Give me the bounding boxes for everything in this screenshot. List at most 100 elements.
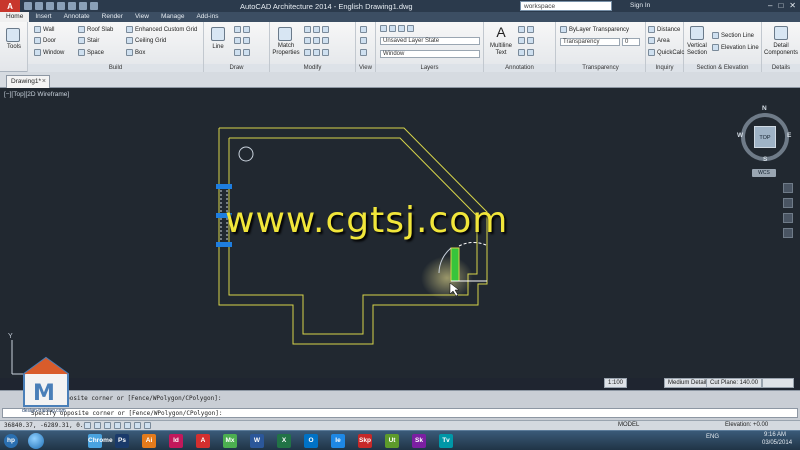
taskbar-app-sk[interactable]: Sk <box>412 434 426 448</box>
polyline-tool[interactable] <box>234 26 250 33</box>
taskbar-app-ai[interactable]: Ai <box>142 434 156 448</box>
model-space-toggle[interactable]: MODEL <box>618 422 639 428</box>
dimension-tool[interactable] <box>518 26 534 33</box>
elevation-line-tool[interactable]: Elevation Line <box>712 44 759 51</box>
layer-state-dropdown[interactable]: Unsaved Layer State <box>380 37 480 45</box>
copy-tool[interactable] <box>304 37 329 44</box>
ribbon-tab-home[interactable]: Home <box>0 12 30 22</box>
transparency-slider[interactable]: Transparency <box>560 38 620 46</box>
ribbon-tab-annotate[interactable]: Annotate <box>58 12 96 22</box>
undo-icon[interactable] <box>68 2 76 10</box>
redo-icon[interactable] <box>79 2 87 10</box>
annotation-scale-dropdown[interactable]: 1:100 <box>604 378 628 388</box>
table-tool[interactable] <box>518 37 534 44</box>
cut-plane-indicator[interactable]: Cut Plane: 140.00 <box>706 378 763 388</box>
taskbar-app-skp[interactable]: Skp <box>358 434 372 448</box>
viewcube[interactable]: TOP N S E W <box>735 105 795 165</box>
compass-west[interactable]: W <box>737 132 743 139</box>
search-input[interactable]: workspace <box>520 1 612 11</box>
clock-time[interactable]: 9:16 AM <box>764 432 786 438</box>
command-input[interactable]: Specify opposite corner or [Fence/WPolyg… <box>2 408 798 418</box>
taskbar-app-w[interactable]: W <box>250 434 264 448</box>
grid-display-icon[interactable] <box>94 422 101 429</box>
quickcalc-tool[interactable]: QuickCalc <box>648 49 684 56</box>
maximize-icon[interactable]: □ <box>778 1 783 10</box>
section-line-tool[interactable]: Section Line <box>712 32 754 39</box>
clock-date[interactable]: 03/05/2014 <box>762 440 792 446</box>
stretch-tool[interactable] <box>304 49 329 56</box>
taskbar-app-tv[interactable]: Tv <box>439 434 453 448</box>
ceiling-grid-tool[interactable]: Ceiling Grid <box>126 37 166 44</box>
open-icon[interactable] <box>35 2 43 10</box>
osnap-icon[interactable] <box>124 422 131 429</box>
viewcube-top-face[interactable]: TOP <box>754 126 776 148</box>
zoom-nav-icon[interactable] <box>783 213 793 223</box>
snap-icon[interactable] <box>84 422 91 429</box>
compass-south[interactable]: S <box>763 156 767 163</box>
match-properties-icon[interactable] <box>278 27 292 41</box>
view-tool-1[interactable] <box>360 26 367 33</box>
pan-nav-icon[interactable] <box>783 198 793 208</box>
section-elevation-panel-title[interactable]: Section & Elevation <box>684 64 761 72</box>
tools-icon[interactable] <box>6 28 20 42</box>
ribbon-tab-add-ins[interactable]: Add-ins <box>190 12 224 22</box>
door-tool[interactable]: Door <box>34 37 56 44</box>
display-detail-dropdown[interactable]: Medium Detail <box>664 378 711 388</box>
minimize-icon[interactable]: – <box>768 1 772 10</box>
vertical-section-icon[interactable] <box>690 26 704 40</box>
stair-tool[interactable]: Stair <box>78 37 99 44</box>
inquiry-panel-title[interactable]: Inquiry <box>646 64 683 72</box>
hatch-tool[interactable] <box>234 49 250 56</box>
taskbar-app-a[interactable]: A <box>196 434 210 448</box>
language-indicator[interactable]: ENG <box>706 434 719 440</box>
ribbon-tab-render[interactable]: Render <box>96 12 129 22</box>
polar-icon[interactable] <box>114 422 121 429</box>
modify-panel-title[interactable]: Modify <box>270 64 355 72</box>
current-layer-dropdown[interactable]: Window <box>380 50 480 58</box>
arc-tool[interactable] <box>234 37 250 44</box>
orbit-nav-icon[interactable] <box>783 228 793 238</box>
new-icon[interactable] <box>24 2 32 10</box>
markup-tool[interactable] <box>518 49 534 56</box>
lineweight-icon[interactable] <box>144 422 151 429</box>
file-tab-drawing1[interactable]: Drawing1* × <box>6 75 50 88</box>
drawing-canvas[interactable]: [−][Top][2D Wireframe] www.cgtsj.com TOP… <box>0 88 800 378</box>
detail-components-icon[interactable] <box>774 26 788 40</box>
enhanced-custom-grid-tool[interactable]: Enhanced Custom Grid <box>126 26 197 33</box>
otrack-icon[interactable] <box>134 422 141 429</box>
plot-icon[interactable] <box>90 2 98 10</box>
application-menu-button[interactable]: A <box>0 0 20 12</box>
transparency-panel-title[interactable]: Transparency <box>556 64 645 72</box>
view-tool-2[interactable] <box>360 37 367 44</box>
layer-properties-tool[interactable] <box>380 25 414 32</box>
steering-wheel-icon[interactable] <box>783 183 793 193</box>
ribbon-tab-view[interactable]: View <box>129 12 155 22</box>
roof-slab-tool[interactable]: Roof Slab <box>78 26 113 33</box>
taskbar-app-mx[interactable]: Mx <box>223 434 237 448</box>
compass-east[interactable]: E <box>787 132 791 139</box>
draw-panel-title[interactable]: Draw <box>204 64 269 72</box>
area-tool[interactable]: Area <box>648 37 670 44</box>
details-panel-title[interactable]: Details <box>762 64 800 72</box>
start-button[interactable] <box>28 433 44 449</box>
ribbon-tab-manage[interactable]: Manage <box>155 12 191 22</box>
taskbar-app-o[interactable]: O <box>304 434 318 448</box>
taskbar-app-x[interactable]: X <box>277 434 291 448</box>
wcs-menu[interactable]: WCS <box>752 169 776 177</box>
distance-tool[interactable]: Distance <box>648 26 680 33</box>
taskbar-app-ie[interactable]: Ie <box>331 434 345 448</box>
hp-icon[interactable]: hp <box>4 434 18 448</box>
move-tool[interactable] <box>304 26 329 33</box>
ortho-icon[interactable] <box>104 422 111 429</box>
transparency-value[interactable]: 0 <box>622 38 640 46</box>
window-tool[interactable]: Window <box>34 49 64 56</box>
close-icon[interactable]: ✕ <box>789 1 796 10</box>
ribbon-tab-insert[interactable]: Insert <box>29 12 57 22</box>
view-tool-3[interactable] <box>360 49 367 56</box>
compass-north[interactable]: N <box>762 105 767 112</box>
build-panel-title[interactable]: Build <box>28 64 203 72</box>
status-icons[interactable] <box>762 378 794 388</box>
save-icon[interactable] <box>46 2 54 10</box>
taskbar-app-ps[interactable]: Ps <box>115 434 129 448</box>
taskbar-app-ut[interactable]: Ut <box>385 434 399 448</box>
